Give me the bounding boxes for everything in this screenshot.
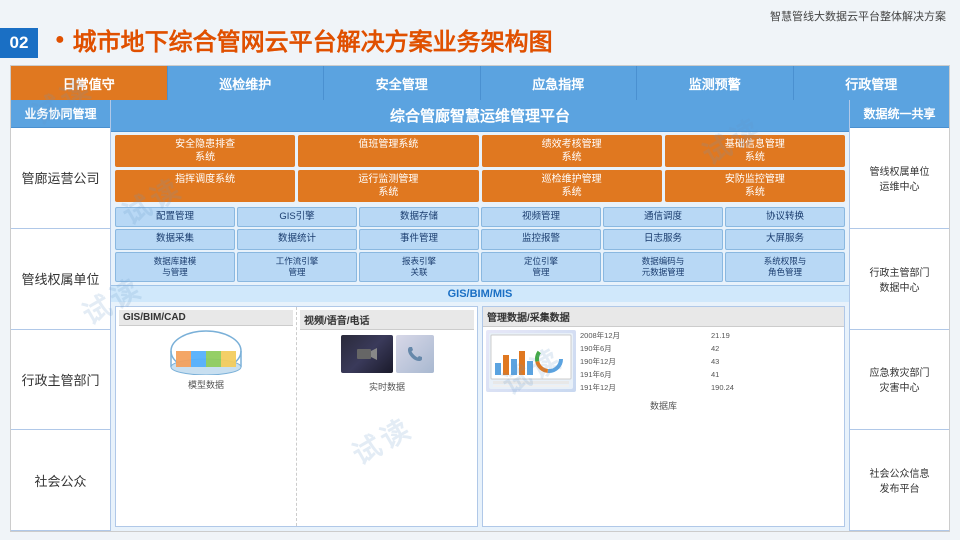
- pipe-illustration: [166, 327, 246, 375]
- slide-badge: 02: [0, 28, 38, 58]
- modules-area: 配置管理 GIS引擎 数据存储 视频管理 通信调度 协议转换 数据采集 数据统计…: [111, 204, 849, 285]
- module-8: 事件管理: [359, 229, 479, 249]
- module-15: 定位引擎管理: [481, 252, 601, 282]
- gis-label: GIS/BIM/MIS: [111, 285, 849, 302]
- right-sidebar-item-1: 行政主管部门数据中心: [850, 229, 949, 330]
- label-video-voice: 视频/语音/电话: [300, 310, 474, 330]
- bottom-data-area: GIS/BIM/CAD: [111, 302, 849, 531]
- module-3: 视频管理: [481, 207, 601, 227]
- nav-item-0[interactable]: 日常值守: [11, 66, 168, 100]
- center-title: 综合管廊智慧运维管理平台: [111, 100, 849, 132]
- grid-cell-6: 巡检维护管理系统: [482, 170, 662, 202]
- grid-cell-2: 绩效考核管理系统: [482, 135, 662, 167]
- bottom-left-box: GIS/BIM/CAD: [115, 306, 478, 527]
- body-layout: 业务协同管理 管廊运营公司 管线权属单位 行政主管部门 社会公众 综合管廊智慧运…: [11, 100, 949, 531]
- module-4: 通信调度: [603, 207, 723, 227]
- module-10: 日志服务: [603, 229, 723, 249]
- grid-cell-4: 指挥调度系统: [115, 170, 295, 202]
- module-5: 协议转换: [725, 207, 845, 227]
- left-sidebar-item-2: 行政主管部门: [11, 330, 110, 431]
- label-gis-bim-cad: GIS/BIM/CAD: [119, 310, 293, 326]
- top-label: 智慧管线大数据云平台整体解决方案: [770, 8, 946, 24]
- left-sidebar-item-1: 管线权属单位: [11, 229, 110, 330]
- module-2: 数据存储: [359, 207, 479, 227]
- left-sidebar-item-3: 社会公众: [11, 430, 110, 531]
- module-12: 数据库建模与管理: [115, 252, 235, 282]
- left-sidebar: 业务协同管理 管廊运营公司 管线权属单位 行政主管部门 社会公众: [11, 100, 111, 531]
- right-sidebar-item-2: 应急救灾部门灾害中心: [850, 330, 949, 431]
- grid-cell-5: 运行监测管理系统: [298, 170, 478, 202]
- sublabel-model-data: 模型数据: [119, 378, 293, 391]
- center-main: 综合管廊智慧运维管理平台 安全隐患排查系统 值班管理系统 绩效考核管理系统 基础…: [111, 100, 849, 531]
- right-sidebar: 数据统一共享 管线权属单位运维中心 行政主管部门数据中心 应急救灾部门灾害中心 …: [849, 100, 949, 531]
- module-1: GIS引擎: [237, 207, 357, 227]
- content-area: 日常值守 巡检维护 安全管理 应急指挥 监测预警 行政管理 业务协同管理 管廊运…: [10, 65, 950, 532]
- right-sidebar-header: 数据统一共享: [850, 100, 949, 128]
- nav-item-4[interactable]: 监测预警: [637, 66, 794, 100]
- nav-item-5[interactable]: 行政管理: [794, 66, 950, 100]
- sublabel-realtime-data: 实时数据: [300, 380, 474, 393]
- module-14: 报表引擎关联: [359, 252, 479, 282]
- top-nav: 日常值守 巡检维护 安全管理 应急指挥 监测预警 行政管理: [11, 66, 949, 100]
- bottom-right-box: 管理数据/采集数据: [482, 306, 845, 527]
- right-sidebar-item-3: 社会公众信息发布平台: [850, 430, 949, 531]
- module-13: 工作流引擎管理: [237, 252, 357, 282]
- grid-cell-7: 安防监控管理系统: [665, 170, 845, 202]
- grid-cell-0: 安全隐患排查系统: [115, 135, 295, 167]
- module-7: 数据统计: [237, 229, 357, 249]
- nav-item-2[interactable]: 安全管理: [324, 66, 481, 100]
- nav-item-1[interactable]: 巡检维护: [168, 66, 325, 100]
- right-sidebar-item-0: 管线权属单位运维中心: [850, 128, 949, 229]
- phone-icon: [407, 346, 423, 362]
- module-11: 大屏服务: [725, 229, 845, 249]
- main-title: 城市地下综合管网云平台解决方案业务架构图: [55, 22, 553, 57]
- camera-icon: [357, 347, 377, 361]
- module-0: 配置管理: [115, 207, 235, 227]
- module-17: 系统权限与角色管理: [725, 252, 845, 282]
- dashboard-illustration: [489, 333, 573, 389]
- nav-item-3[interactable]: 应急指挥: [481, 66, 638, 100]
- left-sidebar-header: 业务协同管理: [11, 100, 110, 128]
- module-6: 数据采集: [115, 229, 235, 249]
- sublabel-database: 数据库: [483, 399, 844, 412]
- left-sidebar-item-0: 管廊运营公司: [11, 128, 110, 229]
- module-16: 数据编码与元数据管理: [603, 252, 723, 282]
- module-9: 监控报警: [481, 229, 601, 249]
- grid-cell-3: 基础信息管理系统: [665, 135, 845, 167]
- grid-cell-1: 值班管理系统: [298, 135, 478, 167]
- label-mgmt-data: 管理数据/采集数据: [483, 307, 844, 327]
